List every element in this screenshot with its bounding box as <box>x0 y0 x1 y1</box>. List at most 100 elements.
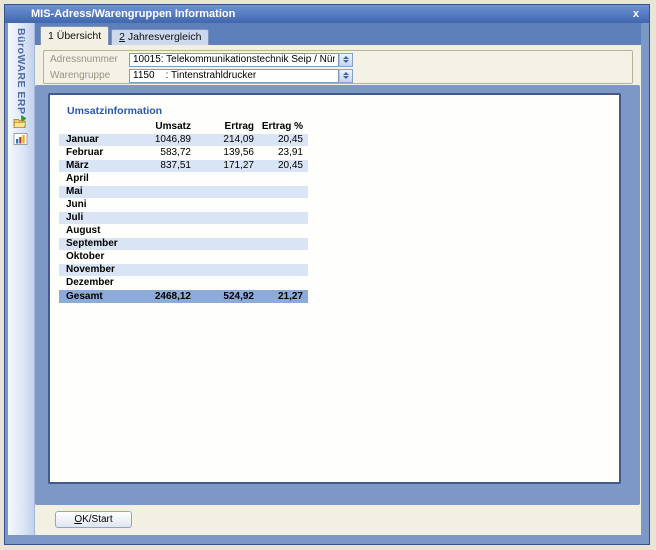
adressnummer-input[interactable] <box>129 53 339 67</box>
cell-umsatz <box>121 212 193 224</box>
table-row-maerz: März 837,51 171,27 20,45 <box>59 160 308 172</box>
cell-month: Juni <box>59 199 121 211</box>
window-title: MIS-Adress/Warengruppen Information <box>31 8 631 20</box>
cell-month: September <box>59 238 121 250</box>
cell-ertrag-pct: 20,45 <box>256 160 308 172</box>
table-row-dezember: Dezember <box>59 277 308 289</box>
cell-ertrag: 171,27 <box>193 160 256 172</box>
brand-vertical-label: BüroWARE ERP <box>15 28 27 115</box>
cell-ertrag-pct <box>256 277 308 289</box>
adressnummer-row: Adressnummer <box>50 52 353 67</box>
cell-umsatz: 1046,89 <box>121 134 193 146</box>
tab-uebersicht[interactable]: 1 Übersicht <box>40 26 109 45</box>
cell-umsatz <box>121 186 193 198</box>
spinner-up-icon <box>343 72 349 75</box>
open-folder-icon[interactable] <box>13 115 28 129</box>
adressnummer-label: Adressnummer <box>50 54 129 65</box>
cell-umsatz <box>121 199 193 211</box>
cell-ertrag-pct: 20,45 <box>256 134 308 146</box>
cell-umsatz: 583,72 <box>121 147 193 159</box>
table-row-mai: Mai <box>59 186 308 198</box>
cell-ertrag <box>193 199 256 211</box>
cell-umsatz <box>121 173 193 185</box>
cell-month: April <box>59 173 121 185</box>
tab-bar: 1 Übersicht 2 Jahresvergleich <box>35 23 641 45</box>
cell-month: Dezember <box>59 277 121 289</box>
chart-icon[interactable] <box>13 132 28 146</box>
cell-month: Mai <box>59 186 121 198</box>
cell-umsatz <box>121 225 193 237</box>
window-body: BüroWARE ERP <box>8 23 641 535</box>
cell-ertrag: 139,56 <box>193 147 256 159</box>
spinner-down-icon <box>343 76 349 79</box>
table-row-juni: Juni <box>59 199 308 211</box>
info-panel-frame: Umsatzinformation Umsatz Ertrag Ertrag %… <box>35 85 640 505</box>
cell-umsatz: 837,51 <box>121 160 193 172</box>
sidebar-icon-bar <box>13 115 28 146</box>
ok-start-button-label: OK/Start <box>56 514 131 525</box>
cell-ertrag-pct: 23,91 <box>256 147 308 159</box>
umsatz-table: Umsatz Ertrag Ertrag % Januar 1046,89 21… <box>59 121 308 304</box>
cell-ertrag <box>193 225 256 237</box>
tab-jahresvergleich-label: 2 Jahresvergleich <box>119 30 201 45</box>
table-row-oktober: Oktober <box>59 251 308 263</box>
tab-uebersicht-label: 1 Übersicht <box>48 27 101 45</box>
table-row-november: November <box>59 264 308 276</box>
cell-umsatz <box>121 277 193 289</box>
cell-month: März <box>59 160 121 172</box>
cell-ertrag-pct <box>256 186 308 198</box>
header-umsatz: Umsatz <box>121 121 193 133</box>
close-icon[interactable]: x <box>631 9 641 20</box>
cell-umsatz <box>121 238 193 250</box>
cell-month: August <box>59 225 121 237</box>
cell-ertrag-pct: 21,27 <box>256 290 308 303</box>
selection-group: Adressnummer Warengruppe <box>43 50 633 84</box>
cell-month: Gesamt <box>59 290 121 303</box>
panel-title: Umsatzinformation <box>67 105 162 117</box>
cell-umsatz <box>121 264 193 276</box>
cell-ertrag <box>193 264 256 276</box>
cell-month: Februar <box>59 147 121 159</box>
cell-month: Juli <box>59 212 121 224</box>
warengruppe-input[interactable] <box>129 69 339 83</box>
cell-ertrag <box>193 186 256 198</box>
table-row-juli: Juli <box>59 212 308 224</box>
cell-ertrag-pct <box>256 251 308 263</box>
adressnummer-dropdown-button[interactable] <box>339 53 353 67</box>
tab-content: Adressnummer Warengruppe <box>35 45 641 535</box>
spinner-up-icon <box>343 56 349 59</box>
table-row-januar: Januar 1046,89 214,09 20,45 <box>59 134 308 146</box>
cell-ertrag-pct <box>256 264 308 276</box>
table-row-april: April <box>59 173 308 185</box>
table-row-gesamt: Gesamt 2468,12 524,92 21,27 <box>59 290 308 303</box>
tab-jahresvergleich[interactable]: 2 Jahresvergleich <box>111 29 209 45</box>
app-window: MIS-Adress/Warengruppen Information x Bü… <box>4 4 650 545</box>
table-row-august: August <box>59 225 308 237</box>
titlebar[interactable]: MIS-Adress/Warengruppen Information x <box>5 5 649 23</box>
cell-ertrag-pct <box>256 238 308 250</box>
table-row-september: September <box>59 238 308 250</box>
cell-ertrag <box>193 277 256 289</box>
main-area: 1 Übersicht 2 Jahresvergleich Adressnumm… <box>35 23 641 535</box>
header-ertrag-pct: Ertrag % <box>256 121 308 133</box>
cell-ertrag <box>193 251 256 263</box>
cell-ertrag-pct <box>256 212 308 224</box>
table-header-row: Umsatz Ertrag Ertrag % <box>59 121 308 133</box>
cell-ertrag-pct <box>256 225 308 237</box>
warengruppe-dropdown-button[interactable] <box>339 69 353 83</box>
warengruppe-label: Warengruppe <box>50 70 129 81</box>
cell-month: Januar <box>59 134 121 146</box>
cell-ertrag <box>193 238 256 250</box>
cell-ertrag-pct <box>256 199 308 211</box>
cell-ertrag: 524,92 <box>193 290 256 303</box>
header-month <box>59 121 121 133</box>
cell-umsatz: 2468,12 <box>121 290 193 303</box>
sidebar: BüroWARE ERP <box>8 23 35 535</box>
cell-month: Oktober <box>59 251 121 263</box>
cell-ertrag <box>193 212 256 224</box>
cell-month: November <box>59 264 121 276</box>
umsatz-panel: Umsatzinformation Umsatz Ertrag Ertrag %… <box>48 93 621 484</box>
ok-start-button[interactable]: OK/Start <box>55 511 132 528</box>
header-ertrag: Ertrag <box>193 121 256 133</box>
cell-ertrag: 214,09 <box>193 134 256 146</box>
